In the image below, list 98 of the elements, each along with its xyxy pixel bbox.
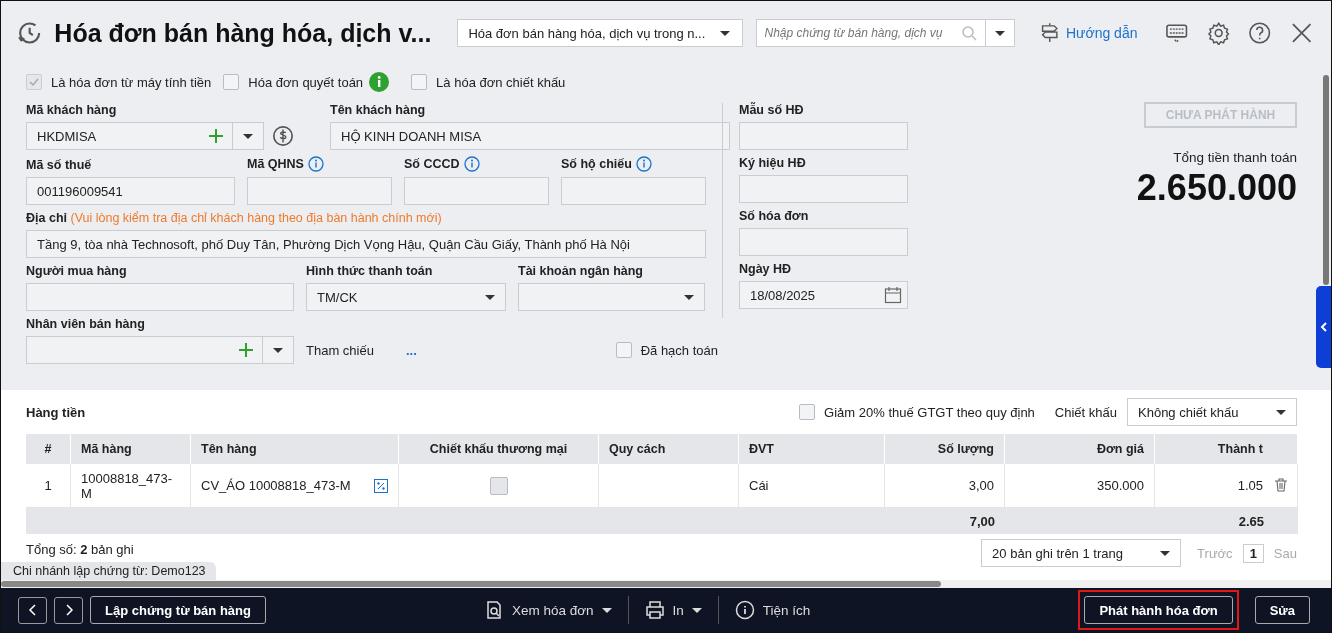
table-cell: 350.000 bbox=[1097, 478, 1144, 493]
column-header: # bbox=[26, 434, 71, 464]
percent-icon[interactable] bbox=[374, 478, 388, 493]
side-panel-toggle[interactable] bbox=[1316, 286, 1331, 368]
discount-select[interactable]: Không chiết khấu bbox=[1127, 398, 1297, 426]
field-label: Người mua hàng bbox=[26, 264, 127, 278]
total-cell: 7,00 bbox=[969, 513, 995, 529]
table-cell-text: 10008818_473-M bbox=[81, 470, 174, 501]
column-header: Thành t bbox=[1155, 434, 1298, 464]
input-field[interactable]: TM/CK bbox=[306, 283, 506, 311]
input-field[interactable] bbox=[518, 283, 705, 311]
option-checkbox[interactable]: Là hóa đơn chiết khấu bbox=[411, 74, 566, 90]
keyboard-icon[interactable] bbox=[1165, 21, 1189, 45]
check-icon bbox=[28, 76, 40, 88]
action-button[interactable]: Sửa bbox=[1254, 596, 1310, 624]
table-cell: CV_ÁO 10008818_473-M bbox=[201, 478, 351, 493]
field-label: Mã QHNS bbox=[247, 157, 304, 171]
chevron-right-icon bbox=[63, 603, 74, 617]
input-field[interactable] bbox=[739, 175, 908, 203]
printer-icon bbox=[644, 600, 665, 620]
date-field[interactable]: 18/08/2025 bbox=[739, 281, 908, 309]
input-field[interactable] bbox=[26, 336, 294, 364]
toolbar-button[interactable]: In bbox=[634, 600, 712, 620]
column-header: Số lượng bbox=[885, 434, 1005, 464]
input-field[interactable]: HKDMISA bbox=[26, 122, 264, 150]
previous-button[interactable] bbox=[18, 596, 47, 624]
chevron-left-icon bbox=[27, 603, 38, 617]
input-field[interactable] bbox=[739, 122, 908, 150]
currency-icon[interactable] bbox=[272, 125, 294, 147]
delete-icon[interactable] bbox=[1273, 477, 1289, 493]
column-header: Tên hàng bbox=[191, 434, 399, 464]
input-field[interactable] bbox=[739, 228, 908, 256]
settings-icon[interactable] bbox=[1206, 21, 1231, 45]
input-field[interactable]: Tầng 9, tòa nhà Technosoft, phố Duy Tân, Phường Dịch Vọng Hậu, Quận Cầu Giấy, Thành phố Hà Nội bbox=[26, 230, 706, 258]
help-icon[interactable] bbox=[1248, 21, 1272, 45]
field-label: Hình thức thanh toán bbox=[306, 264, 433, 278]
field-label: Địa chỉ (Vui lòng kiểm tra địa chỉ khách hàng theo địa bàn hành chính mới) bbox=[26, 211, 442, 225]
column-header: Mã hàng bbox=[71, 434, 191, 464]
reference-link[interactable]: ... bbox=[405, 342, 417, 358]
search-field[interactable]: Nhập chứng từ bán hàng, dịch vụ bbox=[755, 19, 985, 47]
branch-tooltip: Chi nhánh lập chứng từ: Demo123 bbox=[1, 562, 216, 580]
create-voucher-button[interactable]: Lập chứng từ bán hàng bbox=[90, 596, 266, 624]
field-label: Ký hiệu HĐ bbox=[739, 156, 807, 170]
table-cell: 1 bbox=[44, 478, 52, 493]
input-field[interactable] bbox=[404, 177, 549, 205]
field-label: Số hóa đơn bbox=[739, 209, 810, 223]
field-label: Nhân viên bán hàng bbox=[26, 317, 145, 331]
info-icon[interactable] bbox=[463, 156, 480, 172]
table-cell: 1.05 bbox=[1237, 478, 1263, 493]
total-cell: 2.65 bbox=[1238, 513, 1264, 529]
guide-link[interactable]: Hướng dẫn bbox=[1065, 25, 1138, 41]
chevron-left-icon bbox=[1319, 322, 1328, 332]
toolbar-button[interactable]: Xem hóa đơn bbox=[473, 600, 622, 620]
record-count: Tổng số: 2 bản ghi bbox=[26, 542, 135, 557]
table-checkbox[interactable] bbox=[489, 476, 508, 495]
field-label: Số CCCD bbox=[404, 157, 460, 171]
field-label: Tham chiếu bbox=[306, 342, 374, 358]
field-label: Tên khách hàng bbox=[330, 103, 426, 117]
page-number[interactable]: 1 bbox=[1242, 543, 1264, 563]
field-label: Tài khoản ngân hàng bbox=[518, 264, 643, 278]
window-title: Hóa đơn bán hàng hóa, dịch v... bbox=[54, 18, 432, 48]
template-select[interactable]: Hóa đơn bán hàng hóa, dịch vụ trong n... bbox=[457, 19, 743, 47]
info-icon[interactable] bbox=[307, 156, 324, 172]
action-button[interactable]: Phát hành hóa đơn bbox=[1084, 596, 1233, 624]
field-label: Mã số thuế bbox=[26, 158, 92, 172]
add-icon[interactable] bbox=[239, 343, 253, 357]
table-cell: 3,00 bbox=[968, 478, 994, 493]
section-title: Hàng tiền bbox=[26, 404, 87, 420]
input-field[interactable] bbox=[561, 177, 706, 205]
discount-label: Chiết khấu bbox=[1054, 404, 1117, 420]
posted-checkbox[interactable]: Đã hạch toán bbox=[615, 336, 718, 364]
field-label: Ngày HĐ bbox=[739, 262, 793, 276]
next-button[interactable] bbox=[54, 596, 83, 624]
total-amount: 2.650.000 bbox=[1136, 167, 1297, 209]
option-checkbox[interactable]: Hóa đơn quyết toán bbox=[223, 74, 364, 90]
input-field[interactable] bbox=[26, 283, 294, 311]
field-label: Mã khách hàng bbox=[26, 103, 117, 117]
field-label: Số hộ chiếu bbox=[561, 157, 632, 171]
table-cell: Cái bbox=[749, 478, 769, 493]
info-icon[interactable] bbox=[635, 156, 652, 172]
column-header: Đơn giá bbox=[1005, 434, 1155, 464]
input-field[interactable]: HỘ KINH DOANH MISA bbox=[330, 122, 730, 150]
column-header: Chiết khấu thương mại bbox=[399, 434, 599, 464]
input-field[interactable]: 001196009541 bbox=[26, 177, 235, 205]
total-label: Tổng tiền thanh toán bbox=[1173, 150, 1297, 165]
add-icon[interactable] bbox=[209, 129, 223, 143]
history-icon[interactable] bbox=[17, 20, 43, 46]
column-header: Quy cách bbox=[599, 434, 739, 464]
calendar-icon[interactable] bbox=[884, 286, 902, 304]
vat-reduction-checkbox[interactable]: Giảm 20% thuế GTGT theo quy định bbox=[799, 404, 1035, 420]
column-header: ĐVT bbox=[739, 434, 885, 464]
info-icon bbox=[734, 600, 755, 620]
field-label: Mẫu số HĐ bbox=[739, 103, 805, 117]
toolbar-button[interactable]: Tiện ích bbox=[724, 600, 821, 620]
dropdown-button[interactable] bbox=[984, 19, 1015, 47]
info-icon[interactable] bbox=[369, 72, 390, 92]
input-field[interactable] bbox=[247, 177, 392, 205]
page-size-select[interactable]: 20 bản ghi trên 1 trang bbox=[981, 539, 1182, 567]
